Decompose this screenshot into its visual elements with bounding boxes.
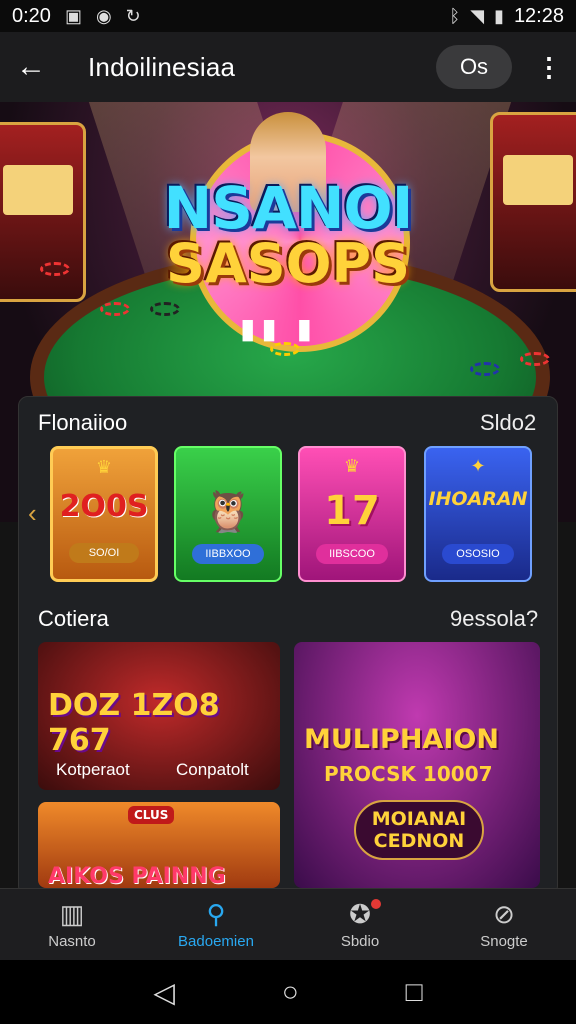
hero-logo-line2: SASOPS [166,232,410,295]
nav-label: Nasnto [48,933,96,950]
casino-chip [270,342,300,356]
game-tile[interactable]: ♛ 2O0S SO/OI [50,446,158,582]
system-navigation: ◁ ○ □ [0,960,576,1024]
promo-title: DOZ 1ZO8 767 [48,688,220,758]
app-bar: ← Indoilinesiaa Os ⋮ [0,32,576,102]
home-circle-icon[interactable]: ○ [282,976,299,1008]
signal-icon: ▮ [494,5,504,26]
promo-title: MULIPHAION [304,724,499,755]
status-time-left: 0:20 [12,4,51,27]
game-tile-pill: SO/OI [69,543,139,563]
nav-label: Snogte [480,933,528,950]
game-tile[interactable]: ✦ IHOARAN OSOSIO [424,446,532,582]
promo-tag: CLUS [128,806,175,824]
promo-badge: MOIANAI CEDNON [354,800,484,860]
game-tile-title: IHOARAN [428,488,528,510]
game-tile-pill: IIBBXOO [192,544,264,564]
nav-label: Sbdio [340,933,380,950]
game-tile[interactable]: 🦉 IIBBXOO [174,446,282,582]
game-tile-title: 2O0S [59,489,149,524]
promo-subtitle: PROCSK 10007 [324,762,493,786]
promo-card[interactable]: DOZ 1ZO8 767 Kotperaot Conpatolt [38,642,280,790]
casino-chip [40,262,70,276]
star-icon: ✦ [470,456,486,476]
casino-chip [150,302,180,316]
promo-card[interactable]: MULIPHAION PROCSK 10007 MOIANAI CEDNON [294,642,540,888]
casino-chip [520,352,550,366]
promo-caption-right: Conpatolt [176,760,249,779]
section-link-collection[interactable]: 9essola? [450,606,538,632]
wifi-icon: ◥ [470,5,485,26]
nav-label: Badoemien [178,933,254,950]
promo-card[interactable]: CLUS AIKOS PAINNG [38,802,280,888]
bluetooth-icon: ᛒ [449,5,461,26]
game-tile-pill: OSOSIO [442,544,514,564]
crown-icon: ♛ [343,456,361,476]
section-title-featured: Flonaiioo [38,410,128,435]
account-pill-button[interactable]: Os [436,45,512,89]
sync-icon: ↻ [125,5,141,26]
back-triangle-icon[interactable]: ◁ [153,976,175,1009]
owl-mascot-icon: 🦉 [203,489,253,535]
book-icon: ▥ [59,899,85,929]
status-bar: 0:20 ▣ ◉ ↻ ᛒ ◥ ▮ 12:28 [0,0,576,32]
casino-chip [100,302,130,316]
search-icon: ⚲ [206,899,226,929]
playing-cards-image: ▮▮ ▮ [240,313,319,344]
game-tile-title: 17 [324,488,380,534]
compass-icon: ⊘ [493,899,515,929]
promo-title: AIKOS PAINNG [48,864,226,888]
page-title: Indoilinesiaa [88,51,236,82]
nav-item-games[interactable]: ✪ Sbdio [288,889,432,960]
recents-square-icon[interactable]: □ [406,976,423,1008]
game-tile[interactable]: ♛ 17 IIBSCOO [298,446,406,582]
record-icon: ◉ [95,5,112,26]
crown-icon: ♛ [95,457,113,477]
section-link-featured[interactable]: Sldo2 [480,410,536,436]
nav-item-home[interactable]: ▥ Nasnto [0,889,144,960]
notification-badge [370,899,381,909]
casino-chip [470,362,500,376]
nav-item-explore[interactable]: ⊘ Snogte [432,889,576,960]
nav-item-search[interactable]: ⚲ Badoemien [144,889,288,960]
promo-caption-left: Kotperaot [56,760,130,779]
game-tile-pill: IIBSCOO [316,544,388,564]
back-arrow-icon[interactable]: ← [16,50,52,84]
more-menu-icon[interactable]: ⋮ [536,52,562,83]
section-title-collection: Cotiera [38,606,109,631]
chevron-left-icon[interactable]: ‹ [28,498,37,529]
bottom-navigation: ▥ Nasnto ⚲ Badoemien ✪ Sbdio ⊘ Snogte [0,888,576,960]
notification-icon: ▣ [64,5,82,26]
gamepad-icon: ✪ [349,899,381,929]
status-time-right: 12:28 [513,4,564,27]
